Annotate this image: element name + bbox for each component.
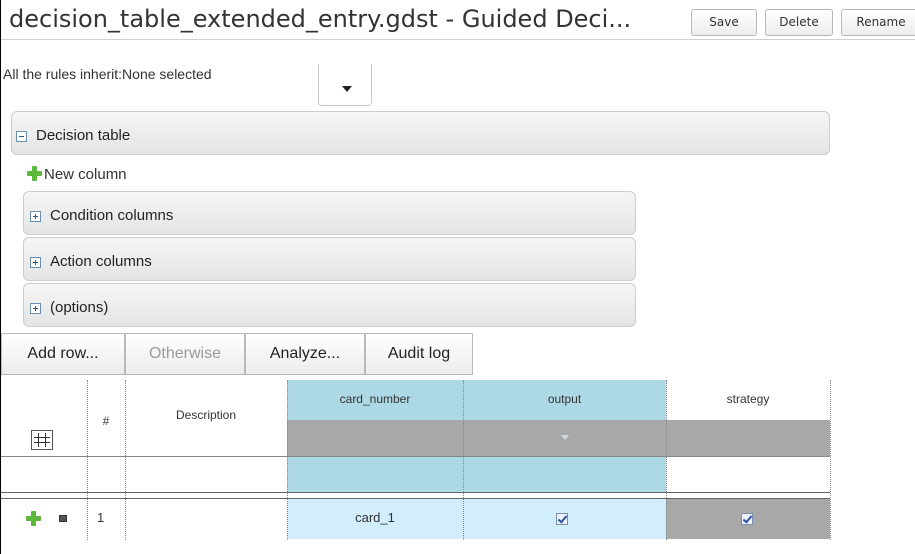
editor-header: decision_table_extended_entry.gdst - Gui… — [1, 0, 915, 40]
column-header-output[interactable]: output — [463, 392, 666, 406]
add-row-button[interactable]: Add row... — [1, 333, 125, 375]
page-title: decision_table_extended_entry.gdst - Gui… — [9, 5, 632, 33]
column-divider — [87, 380, 88, 540]
card-number-cell[interactable]: card_1 — [287, 510, 463, 525]
inherit-dropdown-button[interactable] — [318, 64, 372, 106]
dropdown-caret-icon — [342, 86, 352, 92]
strategy-checkbox[interactable] — [741, 513, 753, 525]
decision-table-panel-header[interactable]: Decision table — [11, 111, 830, 155]
decision-table-grid: # Description card_number output strateg… — [1, 380, 831, 554]
minus-box-icon[interactable] — [16, 131, 27, 142]
options-panel[interactable]: (options) — [23, 283, 636, 327]
plus-box-icon[interactable] — [30, 303, 41, 314]
column-header-card-number[interactable]: card_number — [287, 392, 463, 406]
output-checkbox[interactable] — [556, 513, 568, 525]
row-number: 1 — [97, 510, 105, 525]
audit-log-button[interactable]: Audit log — [365, 333, 473, 375]
delete-button[interactable]: Delete — [765, 9, 833, 36]
row-delete-icon[interactable] — [59, 515, 67, 522]
action-columns-label: Action columns — [50, 253, 152, 270]
filter-triangle-icon[interactable] — [561, 435, 569, 440]
column-header-description: Description — [175, 408, 237, 422]
condition-columns-label: Condition columns — [50, 207, 174, 224]
save-button[interactable]: Save — [691, 9, 757, 36]
column-header-strategy[interactable]: strategy — [666, 392, 830, 406]
plus-box-icon[interactable] — [30, 211, 41, 222]
inherit-label: All the rules inherit:None selected — [3, 66, 212, 82]
rename-button[interactable]: Rename — [841, 9, 915, 36]
add-row-icon[interactable] — [26, 511, 41, 526]
column-divider — [125, 380, 126, 540]
green-plus-icon — [27, 166, 42, 181]
row-sort-icon[interactable] — [31, 430, 53, 450]
options-label: (options) — [50, 299, 109, 316]
column-divider — [830, 380, 831, 540]
otherwise-button[interactable]: Otherwise — [125, 333, 245, 375]
column-header-number: # — [102, 414, 110, 428]
editor-frame: decision_table_extended_entry.gdst - Gui… — [0, 0, 915, 554]
new-column-link[interactable]: New column — [27, 166, 127, 183]
analyze-button[interactable]: Analyze... — [245, 333, 365, 375]
plus-box-icon[interactable] — [30, 257, 41, 268]
new-column-label: New column — [44, 166, 127, 183]
decision-table-label: Decision table — [36, 127, 131, 144]
action-columns-panel[interactable]: Action columns — [23, 237, 636, 281]
condition-columns-panel[interactable]: Condition columns — [23, 191, 636, 235]
action-band — [287, 420, 830, 456]
